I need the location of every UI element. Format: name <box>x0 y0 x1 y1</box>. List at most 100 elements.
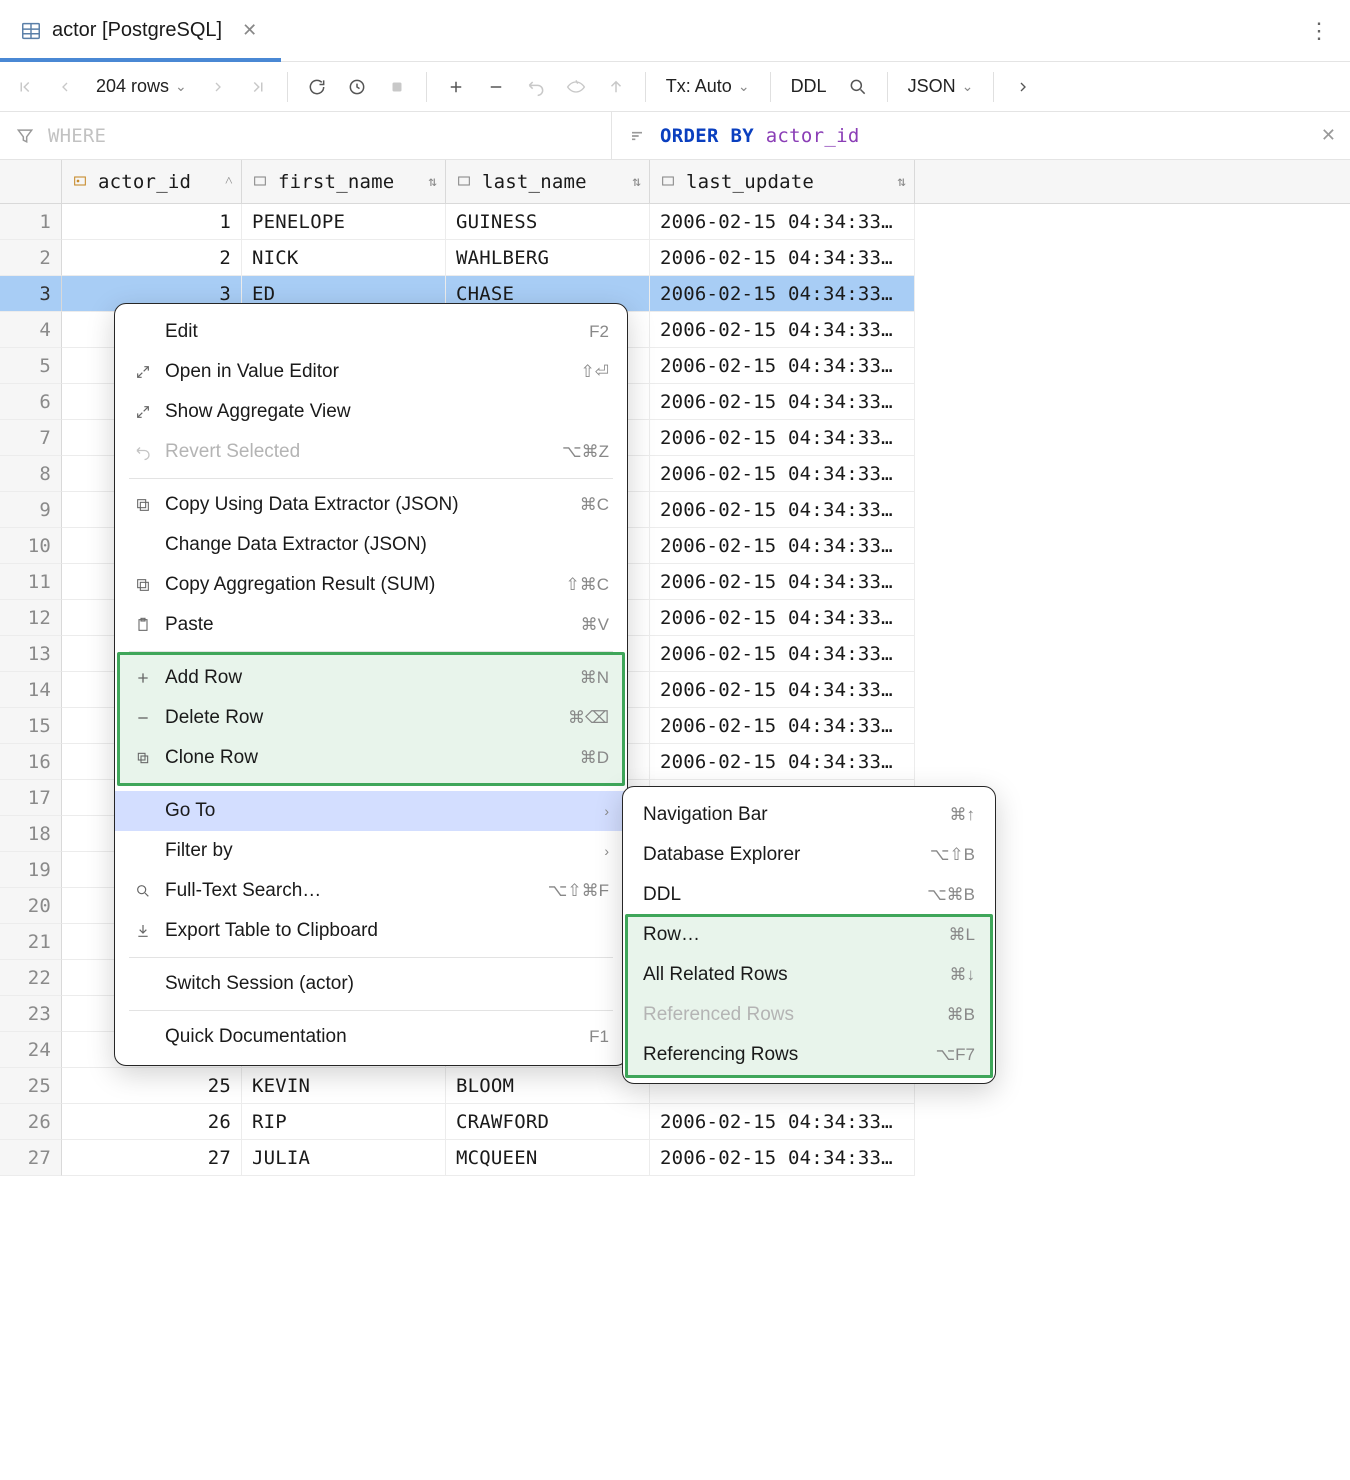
cell-first-name[interactable]: NICK <box>242 240 446 276</box>
next-page-button[interactable] <box>199 68 237 106</box>
cell-last-update[interactable]: 2006-02-15 04:34:33… <box>650 564 915 600</box>
row-gutter[interactable]: 19 <box>0 852 62 888</box>
tab-options-button[interactable]: ⋮ <box>1308 18 1332 44</box>
cell-last-update[interactable]: 2006-02-15 04:34:33… <box>650 456 915 492</box>
last-page-button[interactable] <box>239 68 277 106</box>
menu-item-filter-by[interactable]: Filter by› <box>115 831 627 871</box>
goto-item-row[interactable]: Row…⌘L <box>623 915 995 955</box>
row-gutter[interactable]: 10 <box>0 528 62 564</box>
cell-last-update[interactable]: 2006-02-15 04:34:33… <box>650 240 915 276</box>
stop-button[interactable] <box>378 68 416 106</box>
row-gutter[interactable]: 9 <box>0 492 62 528</box>
row-gutter[interactable]: 17 <box>0 780 62 816</box>
goto-item-all-related-rows[interactable]: All Related Rows⌘↓ <box>623 955 995 995</box>
row-gutter[interactable]: 6 <box>0 384 62 420</box>
row-gutter[interactable]: 16 <box>0 744 62 780</box>
cell-last-name[interactable]: MCQUEEN <box>446 1140 650 1176</box>
row-gutter[interactable]: 3 <box>0 276 62 312</box>
cell-last-name[interactable]: GUINESS <box>446 204 650 240</box>
cell-last-update[interactable]: 2006-02-15 04:34:33… <box>650 672 915 708</box>
cell-last-update[interactable]: 2006-02-15 04:34:33… <box>650 492 915 528</box>
cell-last-update[interactable]: 2006-02-15 04:34:33… <box>650 636 915 672</box>
cell-first-name[interactable]: RIP <box>242 1104 446 1140</box>
row-gutter[interactable]: 25 <box>0 1068 62 1104</box>
cell-actor-id[interactable]: 1 <box>62 204 242 240</box>
menu-item-go-to[interactable]: Go To› <box>115 791 627 831</box>
reload-button[interactable] <box>298 68 336 106</box>
preview-changes-button[interactable] <box>557 68 595 106</box>
cell-last-update[interactable]: 2006-02-15 04:34:33… <box>650 1140 915 1176</box>
table-row[interactable]: 11PENELOPEGUINESS2006-02-15 04:34:33… <box>0 204 1350 240</box>
ddl-button[interactable]: DDL <box>781 76 837 97</box>
cell-last-update[interactable]: 2006-02-15 04:34:33… <box>650 312 915 348</box>
tx-mode[interactable]: Tx: Auto⌄ <box>656 76 760 97</box>
cell-last-update[interactable]: 2006-02-15 04:34:33… <box>650 420 915 456</box>
menu-item-paste[interactable]: Paste⌘V <box>115 605 627 645</box>
goto-item-navigation-bar[interactable]: Navigation Bar⌘↑ <box>623 795 995 835</box>
menu-item-full-text-search[interactable]: Full-Text Search…⌥⇧⌘F <box>115 871 627 911</box>
where-filter[interactable]: WHERE <box>0 112 612 159</box>
cell-last-update[interactable]: 2006-02-15 04:34:33… <box>650 528 915 564</box>
menu-item-copy-using-data-extractor-json[interactable]: Copy Using Data Extractor (JSON)⌘C <box>115 485 627 525</box>
row-gutter[interactable]: 13 <box>0 636 62 672</box>
column-first-name[interactable]: first_name ⇅ <box>242 160 446 203</box>
cell-actor-id[interactable]: 26 <box>62 1104 242 1140</box>
cell-last-update[interactable]: 2006-02-15 04:34:33… <box>650 348 915 384</box>
row-gutter[interactable]: 20 <box>0 888 62 924</box>
column-last-update[interactable]: last_update ⇅ <box>650 160 915 203</box>
row-gutter[interactable]: 22 <box>0 960 62 996</box>
menu-item-export-table-to-clipboard[interactable]: Export Table to Clipboard <box>115 911 627 951</box>
table-row[interactable]: 2626RIPCRAWFORD2006-02-15 04:34:33… <box>0 1104 1350 1140</box>
cell-last-update[interactable]: 2006-02-15 04:34:33… <box>650 600 915 636</box>
cell-last-update[interactable]: 2006-02-15 04:34:33… <box>650 384 915 420</box>
auto-refresh-button[interactable] <box>338 68 376 106</box>
submit-button[interactable] <box>597 68 635 106</box>
cell-first-name[interactable]: JULIA <box>242 1140 446 1176</box>
cell-first-name[interactable]: KEVIN <box>242 1068 446 1104</box>
row-gutter[interactable]: 21 <box>0 924 62 960</box>
menu-item-add-row[interactable]: Add Row⌘N <box>115 658 627 698</box>
column-actor-id[interactable]: actor_id ˄ <box>62 160 242 203</box>
cell-last-name[interactable]: WAHLBERG <box>446 240 650 276</box>
cell-last-name[interactable]: CRAWFORD <box>446 1104 650 1140</box>
row-gutter[interactable]: 5 <box>0 348 62 384</box>
menu-item-switch-session-actor[interactable]: Switch Session (actor) <box>115 964 627 1004</box>
row-gutter[interactable]: 4 <box>0 312 62 348</box>
row-gutter[interactable]: 15 <box>0 708 62 744</box>
menu-item-delete-row[interactable]: Delete Row⌘⌫ <box>115 698 627 738</box>
row-gutter[interactable]: 11 <box>0 564 62 600</box>
clear-order-button[interactable]: ✕ <box>1321 125 1336 146</box>
row-gutter[interactable]: 2 <box>0 240 62 276</box>
cell-actor-id[interactable]: 27 <box>62 1140 242 1176</box>
row-gutter[interactable]: 27 <box>0 1140 62 1176</box>
menu-item-copy-aggregation-result-sum[interactable]: Copy Aggregation Result (SUM)⇧⌘C <box>115 565 627 605</box>
menu-item-edit[interactable]: EditF2 <box>115 312 627 352</box>
cell-last-update[interactable]: 2006-02-15 04:34:33… <box>650 276 915 312</box>
data-extractor[interactable]: JSON⌄ <box>898 76 984 97</box>
tab-actor[interactable]: actor [PostgreSQL] ✕ <box>0 0 281 61</box>
tab-close-button[interactable]: ✕ <box>238 16 261 45</box>
cell-last-update[interactable]: 2006-02-15 04:34:33… <box>650 204 915 240</box>
cell-last-update[interactable]: 2006-02-15 04:34:33… <box>650 708 915 744</box>
row-gutter[interactable]: 12 <box>0 600 62 636</box>
row-gutter[interactable]: 7 <box>0 420 62 456</box>
cell-actor-id[interactable]: 25 <box>62 1068 242 1104</box>
menu-item-quick-documentation[interactable]: Quick DocumentationF1 <box>115 1017 627 1057</box>
row-count[interactable]: 204 rows⌄ <box>86 76 197 97</box>
cell-actor-id[interactable]: 2 <box>62 240 242 276</box>
revert-button[interactable] <box>517 68 555 106</box>
table-row[interactable]: 22NICKWAHLBERG2006-02-15 04:34:33… <box>0 240 1350 276</box>
cell-last-name[interactable]: BLOOM <box>446 1068 650 1104</box>
menu-item-clone-row[interactable]: Clone Row⌘D <box>115 738 627 778</box>
toolbar-overflow[interactable] <box>1004 68 1042 106</box>
goto-item-ddl[interactable]: DDL⌥⌘B <box>623 875 995 915</box>
order-by-filter[interactable]: ORDER BY actor_id ✕ <box>612 112 1350 159</box>
cell-last-update[interactable]: 2006-02-15 04:34:33… <box>650 744 915 780</box>
cell-last-update[interactable]: 2006-02-15 04:34:33… <box>650 1104 915 1140</box>
table-row[interactable]: 2727JULIAMCQUEEN2006-02-15 04:34:33… <box>0 1140 1350 1176</box>
row-gutter[interactable]: 26 <box>0 1104 62 1140</box>
prev-page-button[interactable] <box>46 68 84 106</box>
first-page-button[interactable] <box>6 68 44 106</box>
cell-first-name[interactable]: PENELOPE <box>242 204 446 240</box>
menu-item-show-aggregate-view[interactable]: Show Aggregate View <box>115 392 627 432</box>
